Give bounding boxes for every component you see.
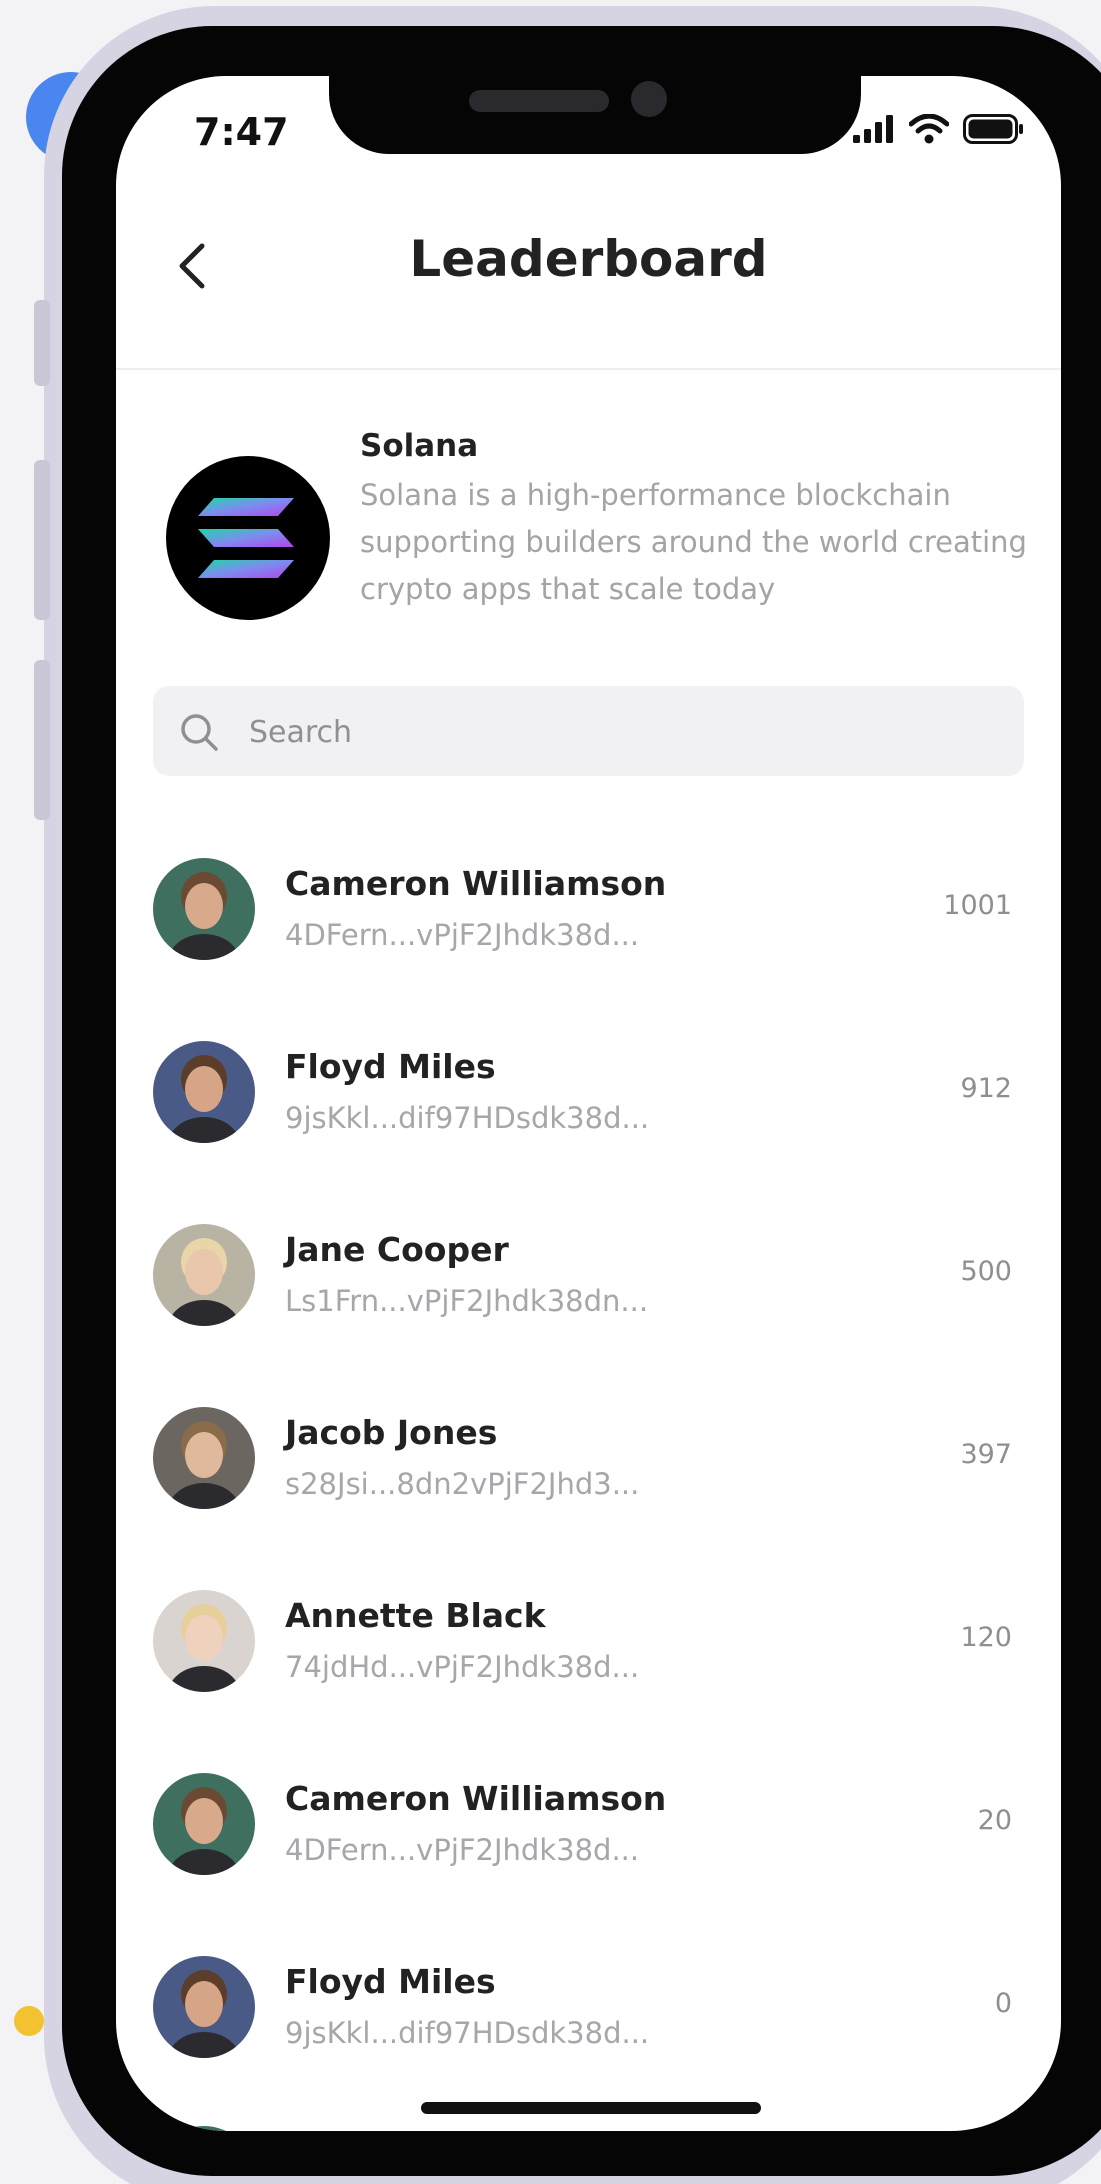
header-divider — [116, 368, 1061, 370]
person-silhouette-icon — [168, 1604, 240, 1692]
top-bar: Leaderboard — [116, 226, 1061, 306]
score: 397 — [960, 1439, 1012, 1470]
person-silhouette-icon — [168, 1421, 240, 1509]
score: 1001 — [943, 890, 1012, 921]
wallet-address: Ls1Frn...vPjF2Jhdk38dn... — [285, 1284, 649, 1318]
user-name: Jacob Jones — [285, 1413, 498, 1452]
home-indicator — [421, 2102, 761, 2114]
phone-screen: 7:47 Leaderboard Solana Solana is a high… — [116, 76, 1061, 2131]
wallet-address: 9jsKkl...dif97HDsdk38d... — [285, 2016, 650, 2050]
score: 20 — [977, 1805, 1012, 1836]
search-icon — [181, 714, 218, 751]
wallet-address: s28Jsi...8dn2vPjF2Jhd3... — [285, 1467, 640, 1501]
search-input[interactable] — [247, 686, 991, 778]
page-title: Leaderboard — [409, 230, 768, 288]
wifi-icon — [909, 114, 949, 144]
avatar — [153, 1041, 255, 1143]
speaker-grille — [469, 90, 609, 112]
user-name: Cameron Williamson — [285, 864, 667, 903]
status-time: 7:47 — [194, 110, 289, 154]
leaderboard-row[interactable]: Jane Cooper Ls1Frn...vPjF2Jhdk38dn... 500 — [153, 1212, 1024, 1395]
leaderboard-list: Cameron Williamson 4DFern...vPjF2Jhdk38d.… — [153, 846, 1024, 2127]
leaderboard-row[interactable]: Floyd Miles 9jsKkl...dif97HDsdk38d... 0 — [153, 1944, 1024, 2127]
user-name: Floyd Miles — [285, 1047, 496, 1086]
person-silhouette-icon — [168, 1238, 240, 1326]
leaderboard-row[interactable]: Cameron Williamson 4DFern...vPjF2Jhdk38d.… — [153, 1761, 1024, 1944]
avatar — [153, 1956, 255, 2058]
project-name: Solana — [360, 428, 479, 464]
avatar — [153, 1590, 255, 1692]
leaderboard-row[interactable]: Floyd Miles 9jsKkl...dif97HDsdk38d... 912 — [153, 1029, 1024, 1212]
score: 120 — [960, 1622, 1012, 1653]
person-silhouette-icon — [168, 1970, 240, 2058]
wallet-address: 4DFern...vPjF2Jhdk38d... — [285, 1833, 640, 1867]
solana-logo-icon — [198, 498, 294, 578]
avatar — [153, 858, 255, 960]
phone-side-button — [34, 660, 50, 820]
wallet-address: 74jdHd...vPjF2Jhdk38d... — [285, 1650, 640, 1684]
page: 7:47 Leaderboard Solana Solana is a high… — [0, 0, 1101, 2184]
person-silhouette-icon — [168, 1055, 240, 1143]
score: 912 — [960, 1073, 1012, 1104]
score: 0 — [994, 1988, 1012, 2019]
avatar — [153, 1224, 255, 1326]
status-icons — [853, 114, 1025, 144]
front-camera — [631, 81, 667, 117]
leaderboard-row[interactable]: Annette Black 74jdHd...vPjF2Jhdk38d... 120 — [153, 1578, 1024, 1761]
phone-side-button — [34, 300, 50, 386]
user-name: Cameron Williamson — [285, 1779, 667, 1818]
chevron-left-icon — [179, 243, 205, 289]
search-bar[interactable] — [153, 686, 1024, 778]
user-name: Jane Cooper — [285, 1230, 509, 1269]
leaderboard-row[interactable]: Cameron Williamson 4DFern...vPjF2Jhdk38d.… — [153, 846, 1024, 1029]
avatar — [153, 1773, 255, 1875]
project-description: Solana is a high-performance blockchain … — [360, 478, 1027, 606]
avatar — [153, 1407, 255, 1509]
user-name: Floyd Miles — [285, 1962, 496, 2001]
leaderboard-row[interactable]: Jacob Jones s28Jsi...8dn2vPjF2Jhd3... 397 — [153, 1395, 1024, 1578]
battery-icon — [963, 114, 1023, 144]
wallet-address: 4DFern...vPjF2Jhdk38d... — [285, 918, 640, 952]
decorative-yellow-dot — [14, 2006, 44, 2036]
solana-logo — [166, 456, 330, 620]
score: 500 — [960, 1256, 1012, 1287]
person-silhouette-icon — [168, 872, 240, 960]
signal-icon — [853, 115, 893, 143]
wallet-address: 9jsKkl...dif97HDsdk38d... — [285, 1101, 650, 1135]
phone-notch — [329, 76, 861, 154]
back-button[interactable] — [162, 236, 222, 296]
phone-side-button — [34, 460, 50, 620]
user-name: Annette Black — [285, 1596, 546, 1635]
project-card: Solana Solana is a high-performance bloc… — [166, 428, 1046, 628]
person-silhouette-icon — [168, 1787, 240, 1875]
